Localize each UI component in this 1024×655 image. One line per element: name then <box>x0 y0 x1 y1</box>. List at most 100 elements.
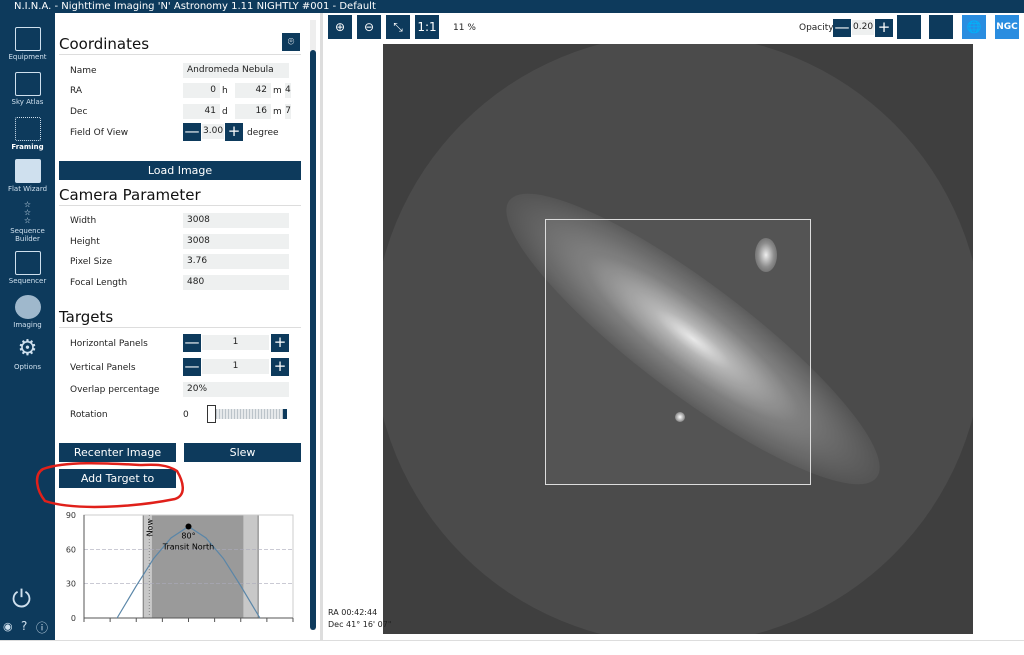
framing-rectangle[interactable] <box>545 219 811 485</box>
framing-panel: Coordinates ⌾ Name Andromeda Nebula RA 0… <box>35 13 320 655</box>
sidebar-item-sky-atlas[interactable]: Sky Atlas <box>0 72 55 106</box>
sidebar-item-label: Framing <box>11 143 44 151</box>
gears-icon: ⚙ <box>17 336 38 361</box>
status-bar <box>0 640 1024 655</box>
opacity-increase-button[interactable]: + <box>875 19 893 37</box>
rotation-slider-thumb[interactable] <box>207 405 216 423</box>
opacity-label: Opacity <box>799 23 834 33</box>
load-image-button[interactable]: Load Image <box>59 161 301 180</box>
imaging-icon <box>14 295 41 319</box>
info-icon[interactable]: ⓘ <box>36 619 48 636</box>
name-field[interactable]: Andromeda Nebula <box>183 63 289 78</box>
rotation-slider[interactable] <box>207 405 287 423</box>
horizontal-panels-field[interactable]: 1 <box>202 335 269 350</box>
minutes-unit: m <box>273 86 282 96</box>
y-tick-label: 60 <box>66 545 76 554</box>
sequencer-icon <box>14 251 41 275</box>
rotation-label: Rotation <box>70 410 108 420</box>
map-icon <box>14 72 41 96</box>
coordinates-heading: Coordinates <box>59 35 301 55</box>
window-title: N.I.N.A. - Nighttime Imaging 'N' Astrono… <box>14 1 376 12</box>
overlap-field[interactable]: 20% <box>183 382 289 397</box>
recenter-image-button[interactable]: Recenter Image <box>59 443 176 462</box>
telescope-icon <box>14 27 41 51</box>
scrollbar-thumb[interactable] <box>310 50 316 630</box>
sidebar-item-imaging[interactable]: Imaging <box>0 295 55 329</box>
opacity-decrease-button[interactable]: — <box>833 19 851 37</box>
now-label: Now <box>145 519 154 537</box>
zoom-out-button[interactable]: ⊖ <box>357 15 381 39</box>
degrees-unit: d <box>222 107 228 117</box>
ngc-button[interactable]: NGC <box>995 15 1019 39</box>
dec-degrees-field[interactable]: 41 <box>183 104 220 119</box>
fov-field[interactable]: 3.00 <box>202 124 224 139</box>
y-tick-label: 90 <box>66 511 76 520</box>
zoom-level: 11 % <box>453 23 476 33</box>
dec-seconds-field[interactable]: 7 <box>285 104 291 119</box>
fit-icon: ⤡ <box>393 20 403 34</box>
ra-hours-field[interactable]: 0 <box>183 83 220 98</box>
zoom-in-button[interactable]: ⊕ <box>328 15 352 39</box>
overlap-label: Overlap percentage <box>70 385 160 395</box>
opacity-field[interactable]: 0.20 <box>852 20 874 35</box>
transit-label: Transit North <box>162 542 214 551</box>
transit-point <box>185 523 192 530</box>
sidebar-item-options[interactable]: ⚙ Options <box>0 336 55 372</box>
sidebar-item-equipment[interactable]: Equipment <box>0 27 55 61</box>
sidebar-item-flat-wizard[interactable]: Flat Wizard <box>0 159 55 193</box>
y-tick-label: 30 <box>66 580 76 589</box>
hpanels-decrease-button[interactable]: — <box>183 334 201 352</box>
width-field[interactable]: 3008 <box>183 213 289 228</box>
altitude-chart: 030609012151821000306091280°Transit Nort… <box>66 511 294 623</box>
hpanels-increase-button[interactable]: + <box>271 334 289 352</box>
vertical-panels-field[interactable]: 1 <box>202 359 269 374</box>
panel-scrollbar[interactable] <box>310 20 316 630</box>
dec-minutes-field[interactable]: 16 <box>235 104 271 119</box>
height-label: Height <box>70 237 100 247</box>
ra-label: RA <box>70 86 83 96</box>
one-to-one-button[interactable]: 1:1 <box>415 15 439 39</box>
fov-decrease-button[interactable]: — <box>183 123 201 141</box>
name-label: Name <box>70 66 97 76</box>
pixel-size-label: Pixel Size <box>70 257 113 267</box>
sidebar-item-sequencer[interactable]: Sequencer <box>0 251 55 285</box>
sidebar-item-label: Sequencer <box>8 277 47 285</box>
constellation-boundaries-icon[interactable] <box>897 15 921 39</box>
vpanels-increase-button[interactable]: + <box>271 358 289 376</box>
horizontal-panels-label: Horizontal Panels <box>70 339 148 349</box>
sidebar-item-label: Imaging <box>13 321 42 329</box>
constellation-lines-icon[interactable] <box>929 15 953 39</box>
fov-increase-button[interactable]: + <box>225 123 243 141</box>
targets-heading: Targets <box>59 308 301 328</box>
sidebar-item-label: Options <box>13 363 41 371</box>
help-icon[interactable]: ? <box>21 619 27 633</box>
focal-length-field[interactable]: 480 <box>183 275 289 290</box>
ra-minutes-field[interactable]: 42 <box>235 83 271 98</box>
sequence-builder-icon: ☆ ☆ ☆ <box>23 200 32 225</box>
globe-grid-icon[interactable]: 🌐 <box>962 15 986 39</box>
rotation-value: 0 <box>183 410 189 420</box>
sidebar-item-label: Sky Atlas <box>11 98 44 106</box>
sky-image[interactable] <box>383 44 973 634</box>
camera-parameter-heading: Camera Parameter <box>59 186 301 206</box>
slew-button[interactable]: Slew <box>184 443 301 462</box>
y-tick-label: 0 <box>71 614 76 623</box>
fit-button[interactable]: ⤡ <box>386 15 410 39</box>
location-pin-icon[interactable]: ⌾ <box>282 33 300 51</box>
pixel-size-field[interactable]: 3.76 <box>183 254 289 269</box>
ra-seconds-field[interactable]: 44 <box>285 83 291 98</box>
ra-readout: RA 00:42:44 <box>328 608 378 617</box>
zoom-out-icon: ⊖ <box>363 20 375 34</box>
hours-unit: h <box>222 86 228 96</box>
vpanels-decrease-button[interactable]: — <box>183 358 201 376</box>
sidebar-item-sequence-builder[interactable]: ☆ ☆ ☆ Sequence Builder <box>0 200 55 244</box>
power-icon[interactable]: ⏻ <box>12 585 31 613</box>
eye-icon[interactable]: ◉ <box>3 620 13 633</box>
sidebar-item-framing[interactable]: Framing <box>0 117 55 151</box>
fov-unit: degree <box>247 128 279 138</box>
height-field[interactable]: 3008 <box>183 234 289 249</box>
sidebar-item-label: Flat Wizard <box>7 185 48 193</box>
flat-wizard-icon <box>14 159 41 183</box>
title-bar: N.I.N.A. - Nighttime Imaging 'N' Astrono… <box>0 0 1024 13</box>
dec-label: Dec <box>70 107 88 117</box>
